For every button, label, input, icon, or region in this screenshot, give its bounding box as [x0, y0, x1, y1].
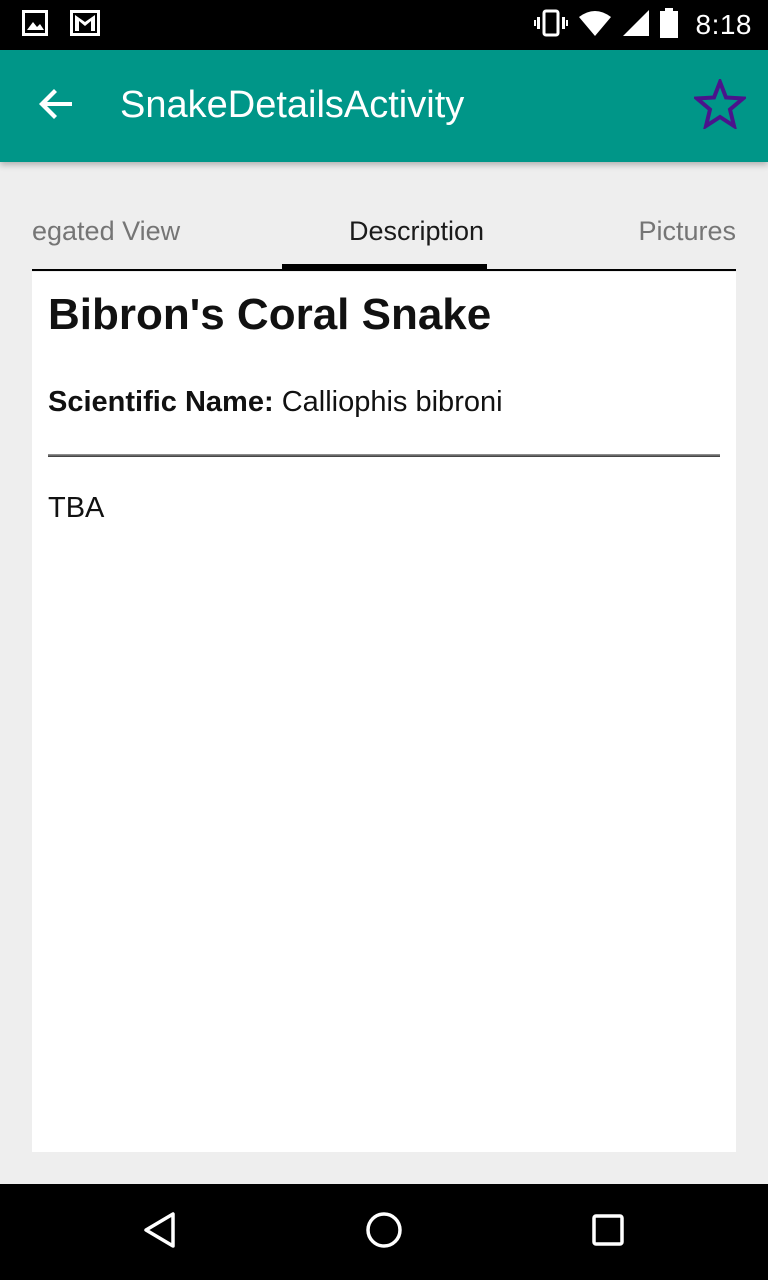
divider [48, 454, 720, 457]
status-bar: 8:18 [0, 0, 768, 50]
vibrate-icon [533, 9, 568, 42]
favorite-button[interactable] [690, 75, 750, 134]
screen: 8:18 SnakeDetailsActivity egated View De… [0, 0, 768, 1280]
scientific-name-value: Calliophis bibroni [281, 386, 503, 418]
snake-name: Bibron's Coral Snake [48, 290, 492, 339]
tab-pictures[interactable]: Pictures [638, 216, 736, 247]
image-icon [22, 10, 48, 41]
scientific-name-row: Scientific Name: Calliophis bibroni [48, 386, 503, 419]
recents-square-icon [588, 1210, 628, 1255]
app-title: SnakeDetailsActivity [120, 84, 465, 126]
tab-bar: egated View Description Pictures [32, 200, 736, 272]
status-right-icons: 8:18 [533, 6, 753, 44]
star-outline-icon [691, 75, 749, 134]
nav-recents-button[interactable] [580, 1204, 636, 1260]
status-left-icons [22, 10, 100, 41]
gmail-icon [70, 10, 100, 41]
home-circle-icon [364, 1210, 404, 1255]
tab-aggregated-view[interactable]: egated View [32, 216, 180, 247]
nav-back-button[interactable] [132, 1204, 188, 1260]
navigation-bar [0, 1184, 768, 1280]
back-triangle-icon [140, 1210, 180, 1255]
scientific-name-label: Scientific Name: [48, 386, 274, 418]
back-button[interactable] [30, 80, 82, 132]
signal-icon [622, 9, 650, 42]
nav-home-button[interactable] [356, 1204, 412, 1260]
tab-description[interactable]: Description [314, 216, 519, 247]
status-time: 8:18 [695, 9, 752, 40]
wifi-icon [578, 9, 612, 42]
app-bar: SnakeDetailsActivity [0, 50, 768, 162]
arrow-back-icon [38, 86, 74, 127]
description-text: TBA [48, 492, 105, 524]
description-card: Bibron's Coral Snake Scientific Name: Ca… [32, 272, 736, 1152]
battery-icon [659, 7, 678, 43]
tab-baseline [32, 269, 736, 271]
